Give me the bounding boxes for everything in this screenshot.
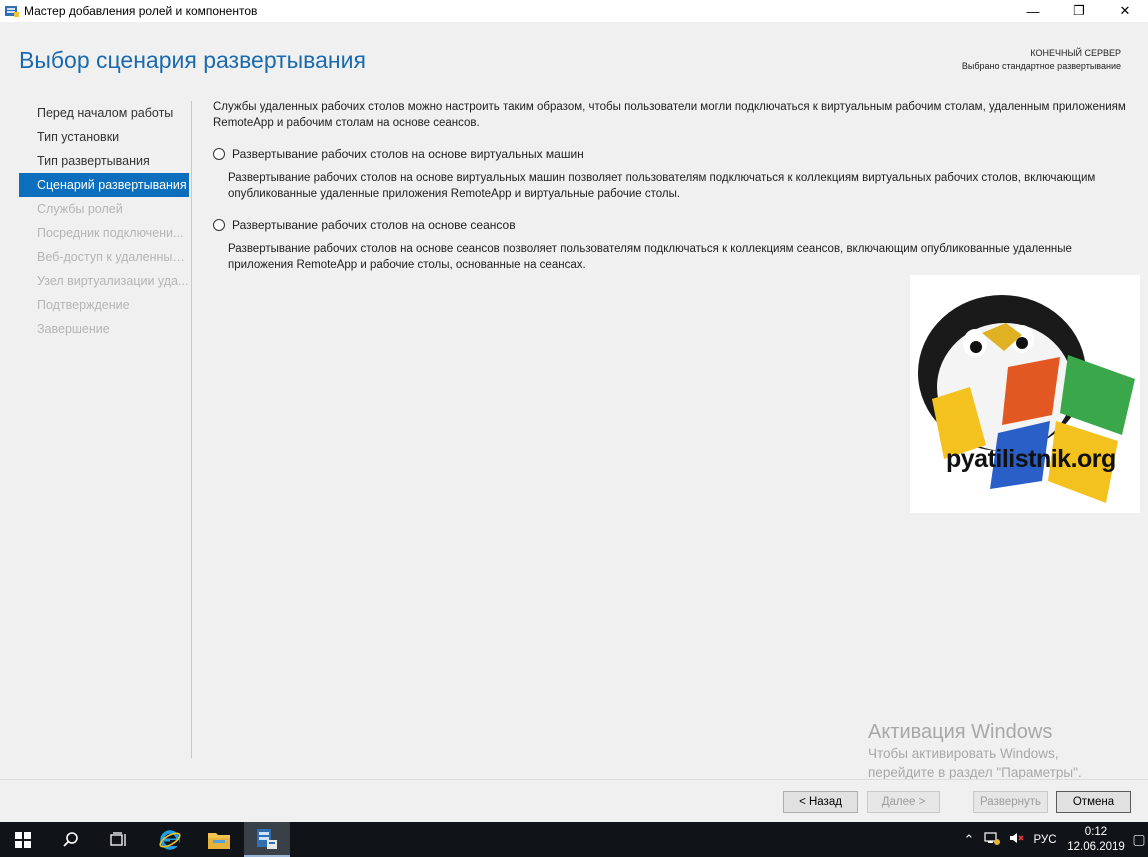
pyatilistnik-logo: pyatilistnik.org	[910, 275, 1140, 513]
server-manager-icon	[4, 4, 20, 18]
close-button[interactable]: ✕	[1102, 0, 1148, 22]
destination-server-info: КОНЕЧНЫЙ СЕРВЕР Выбрано стандартное разв…	[962, 47, 1121, 73]
maximize-button[interactable]: ❐	[1056, 0, 1102, 22]
activation-line-1: Чтобы активировать Windows,	[868, 746, 1059, 761]
chevron-up-icon[interactable]: ⌃	[958, 832, 980, 848]
start-icon[interactable]	[0, 822, 46, 857]
next-button: Далее >	[867, 791, 940, 813]
clock-date: 12.06.2019	[1067, 840, 1125, 853]
back-button[interactable]: < Назад	[783, 791, 858, 813]
option-session-based-description: Развертывание рабочих столов на основе с…	[228, 243, 1072, 271]
file-explorer-icon[interactable]	[196, 822, 242, 857]
nav-item-role-services: Службы ролей	[37, 202, 123, 216]
option-vm-based-label[interactable]: Развертывание рабочих столов на основе в…	[232, 146, 584, 162]
task-view-icon[interactable]	[96, 822, 142, 857]
windows-taskbar: ⌃ РУС 0:12 12.06.2019 ▢	[0, 822, 1148, 857]
window-titlebar: Мастер добавления ролей и компонентов — …	[0, 0, 1148, 22]
option-vm-based[interactable]: Развертывание рабочих столов на основе в…	[213, 145, 1128, 163]
radio-vm-based[interactable]	[213, 148, 225, 160]
cancel-button[interactable]: Отмена	[1056, 791, 1131, 813]
deploy-button: Развернуть	[973, 791, 1048, 813]
nav-item-deployment-scenario[interactable]: Сценарий развертывания	[19, 173, 189, 197]
search-icon[interactable]	[48, 822, 94, 857]
nav-item-before-you-begin[interactable]: Перед началом работы	[19, 101, 189, 125]
activation-title: Активация Windows	[868, 721, 1053, 743]
notification-icon[interactable]: ▢	[1130, 831, 1148, 848]
clock-time: 0:12	[1084, 825, 1108, 838]
wizard-nav: Перед началом работы Тип установки Тип р…	[19, 101, 189, 341]
option-session-based[interactable]: Развертывание рабочих столов на основе с…	[213, 216, 1128, 234]
option-session-based-label[interactable]: Развертывание рабочих столов на основе с…	[232, 217, 516, 233]
wizard-header: Выбор сценария развертывания КОНЕЧНЫЙ СЕ…	[0, 22, 1148, 90]
nav-item-confirmation: Подтверждение	[37, 298, 130, 312]
intro-text: Службы удаленных рабочих столов можно на…	[213, 101, 1126, 129]
nav-item-installation-type[interactable]: Тип установки	[19, 125, 189, 149]
windows-activation-notice: Активация Windows Чтобы активировать Win…	[868, 720, 1082, 782]
page-title: Выбор сценария развертывания	[19, 47, 366, 73]
nav-item-deployment-type[interactable]: Тип развертывания	[19, 149, 189, 173]
window-title: Мастер добавления ролей и компонентов	[24, 4, 258, 18]
nav-item-virtualization-host: Узел виртуализации уда...	[37, 274, 189, 288]
nav-item-completion: Завершение	[37, 322, 110, 336]
option-vm-based-description: Развертывание рабочих столов на основе в…	[228, 172, 1096, 200]
internet-explorer-icon[interactable]	[147, 822, 193, 857]
logo-text: pyatilistnik.org	[946, 445, 1116, 473]
destination-server-label: КОНЕЧНЫЙ СЕРВЕР	[1030, 48, 1121, 58]
minimize-button[interactable]: —	[1010, 0, 1056, 22]
main-content: Службы удаленных рабочих столов можно на…	[213, 99, 1128, 287]
volume-muted-icon[interactable]	[1004, 831, 1028, 848]
network-icon[interactable]	[980, 831, 1004, 848]
nav-item-connection-broker: Посредник подключени...	[37, 226, 184, 240]
destination-server-value: Выбрано стандартное развертывание	[961, 61, 1121, 71]
wizard-footer: < Назад Далее > Развернуть Отмена	[0, 779, 1148, 823]
system-tray: ⌃ РУС 0:12 12.06.2019 ▢	[958, 822, 1148, 857]
taskbar-clock[interactable]: 0:12 12.06.2019	[1062, 825, 1130, 855]
server-manager-taskbar-icon[interactable]	[244, 822, 290, 857]
nav-item-web-access: Веб-доступ к удаленным...	[37, 250, 189, 264]
language-indicator[interactable]: РУС	[1028, 834, 1062, 846]
radio-session-based[interactable]	[213, 219, 225, 231]
nav-divider	[191, 101, 192, 758]
